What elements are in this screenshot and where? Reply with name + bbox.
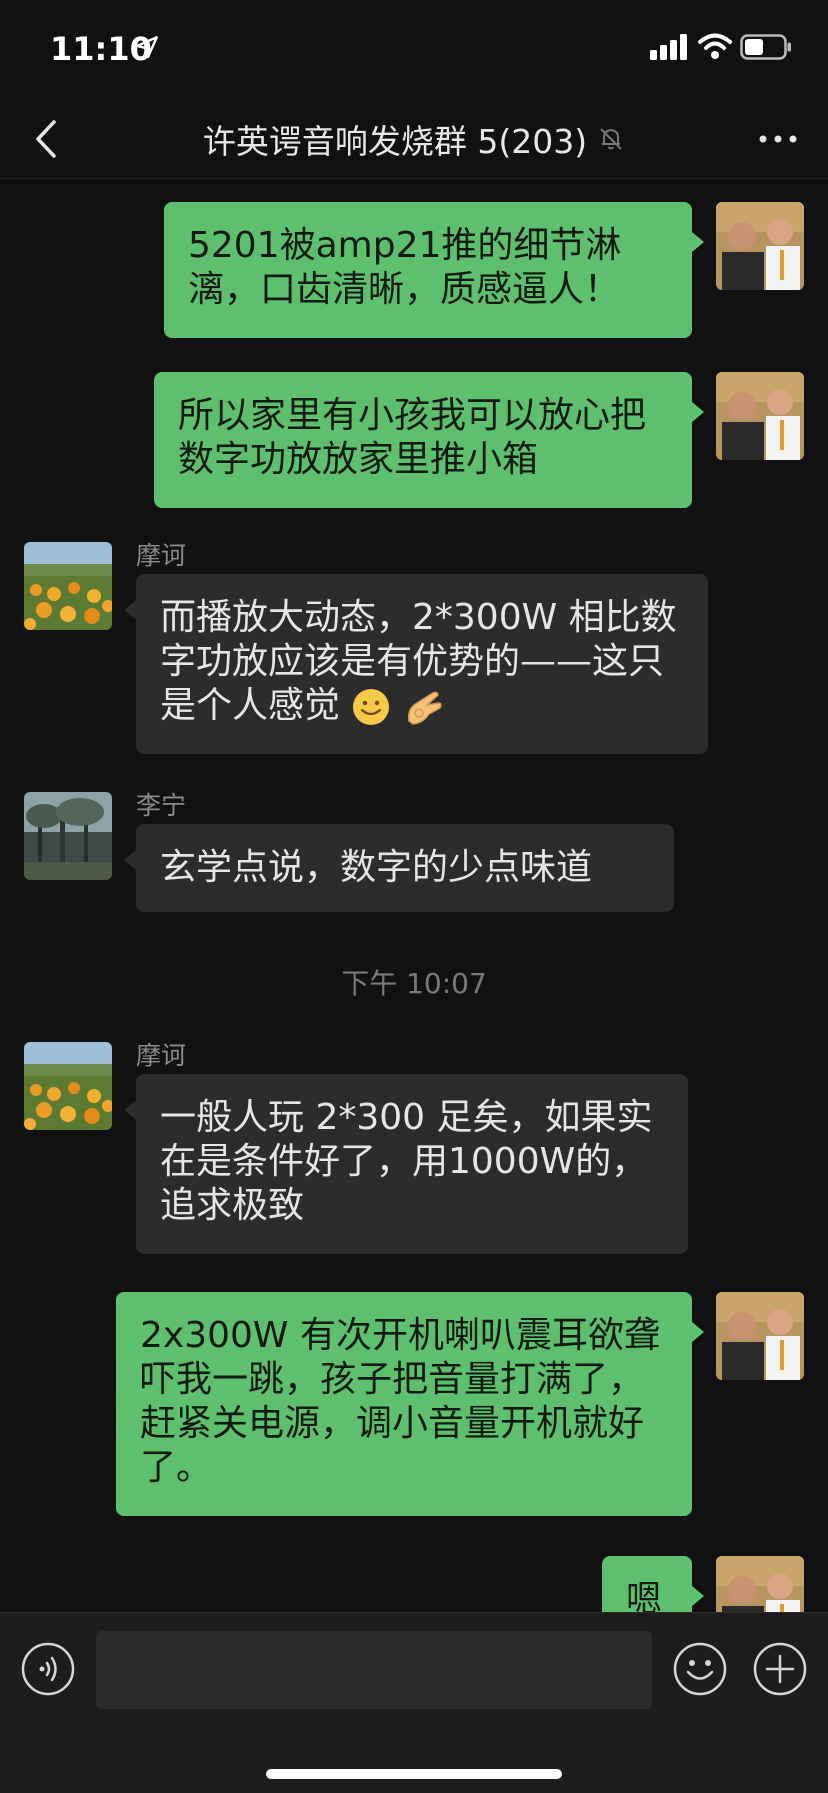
bubble-tail bbox=[692, 232, 704, 252]
contact-avatar[interactable] bbox=[24, 1042, 112, 1130]
sender-name: 摩诃 bbox=[136, 541, 187, 570]
message-bubble-incoming[interactable]: 玄学点说，数字的少点味道 bbox=[136, 824, 674, 912]
time-divider: 下午 10:07 bbox=[341, 967, 487, 1000]
ok-hand-emoji-icon bbox=[407, 691, 442, 725]
message-list[interactable]: 5201被amp21推的细节淋漓，口齿清晰，质感逼人！ 所以家里有小孩我可以放心… bbox=[0, 180, 828, 1612]
sender-name: 李宁 bbox=[136, 791, 187, 820]
back-chevron-icon[interactable] bbox=[28, 114, 68, 164]
bubble-tail bbox=[692, 402, 704, 422]
my-avatar[interactable] bbox=[716, 372, 804, 460]
message-bubble-outgoing[interactable]: 5201被amp21推的细节淋漓，口齿清晰，质感逼人！ bbox=[164, 202, 692, 338]
my-avatar[interactable] bbox=[716, 1556, 804, 1612]
message-text: 5201被amp21推的细节淋漓，口齿清晰，质感逼人！ bbox=[188, 225, 622, 310]
bubble-tail bbox=[124, 1100, 136, 1120]
message-bubble-incoming[interactable]: 而播放大动态，2*300W 相比数字功放应该是有优势的——这只是个人感觉 bbox=[136, 574, 708, 754]
input-toolbar bbox=[0, 1612, 828, 1793]
wifi-icon bbox=[698, 33, 732, 59]
bubble-tail bbox=[692, 1586, 704, 1606]
cellular-signal-icon bbox=[650, 34, 687, 60]
message-bubble-incoming[interactable]: 一般人玩 2*300 足矣，如果实在是条件好了，用1000W的，追求极致 bbox=[136, 1074, 688, 1254]
location-arrow-icon bbox=[136, 36, 158, 58]
message-text: 嗯 bbox=[626, 1579, 663, 1612]
message-input[interactable] bbox=[96, 1631, 652, 1709]
more-options-icon[interactable] bbox=[756, 122, 800, 156]
bubble-tail bbox=[692, 1322, 704, 1342]
voice-input-icon[interactable] bbox=[20, 1641, 76, 1697]
message-text: 所以家里有小孩我可以放心把数字功放放家里推小箱 bbox=[178, 395, 647, 480]
my-avatar[interactable] bbox=[716, 202, 804, 290]
status-bar: 11:10 bbox=[0, 0, 828, 100]
emoji-icon[interactable] bbox=[672, 1641, 728, 1697]
contact-avatar[interactable] bbox=[24, 542, 112, 630]
message-bubble-outgoing[interactable]: 所以家里有小孩我可以放心把数字功放放家里推小箱 bbox=[154, 372, 692, 508]
smile-emoji-icon bbox=[353, 689, 390, 725]
chat-header: 许英谔音响发烧群 5(203) bbox=[0, 100, 828, 179]
message-text: 一般人玩 2*300 足矣，如果实在是条件好了，用1000W的，追求极致 bbox=[160, 1097, 653, 1226]
message-bubble-outgoing[interactable]: 嗯 bbox=[602, 1556, 692, 1612]
sender-name: 摩诃 bbox=[136, 1041, 187, 1070]
chat-title: 许英谔音响发烧群 5(203) bbox=[202, 122, 588, 161]
bubble-tail bbox=[124, 600, 136, 620]
plus-icon[interactable] bbox=[752, 1641, 808, 1697]
bubble-tail bbox=[124, 850, 136, 870]
battery-icon bbox=[740, 34, 791, 60]
message-text: 玄学点说，数字的少点味道 bbox=[160, 847, 593, 888]
home-indicator bbox=[266, 1769, 562, 1779]
chat-title-container: 许英谔音响发烧群 5(203) bbox=[150, 100, 678, 178]
my-avatar[interactable] bbox=[716, 1292, 804, 1380]
muted-bell-icon bbox=[600, 128, 622, 150]
message-text: 2x300W 有次开机喇叭震耳欲聋吓我一跳，孩子把音量打满了，赶紧关电源，调小音… bbox=[140, 1315, 660, 1488]
contact-avatar[interactable] bbox=[24, 792, 112, 880]
message-bubble-outgoing[interactable]: 2x300W 有次开机喇叭震耳欲聋吓我一跳，孩子把音量打满了，赶紧关电源，调小音… bbox=[116, 1292, 692, 1516]
